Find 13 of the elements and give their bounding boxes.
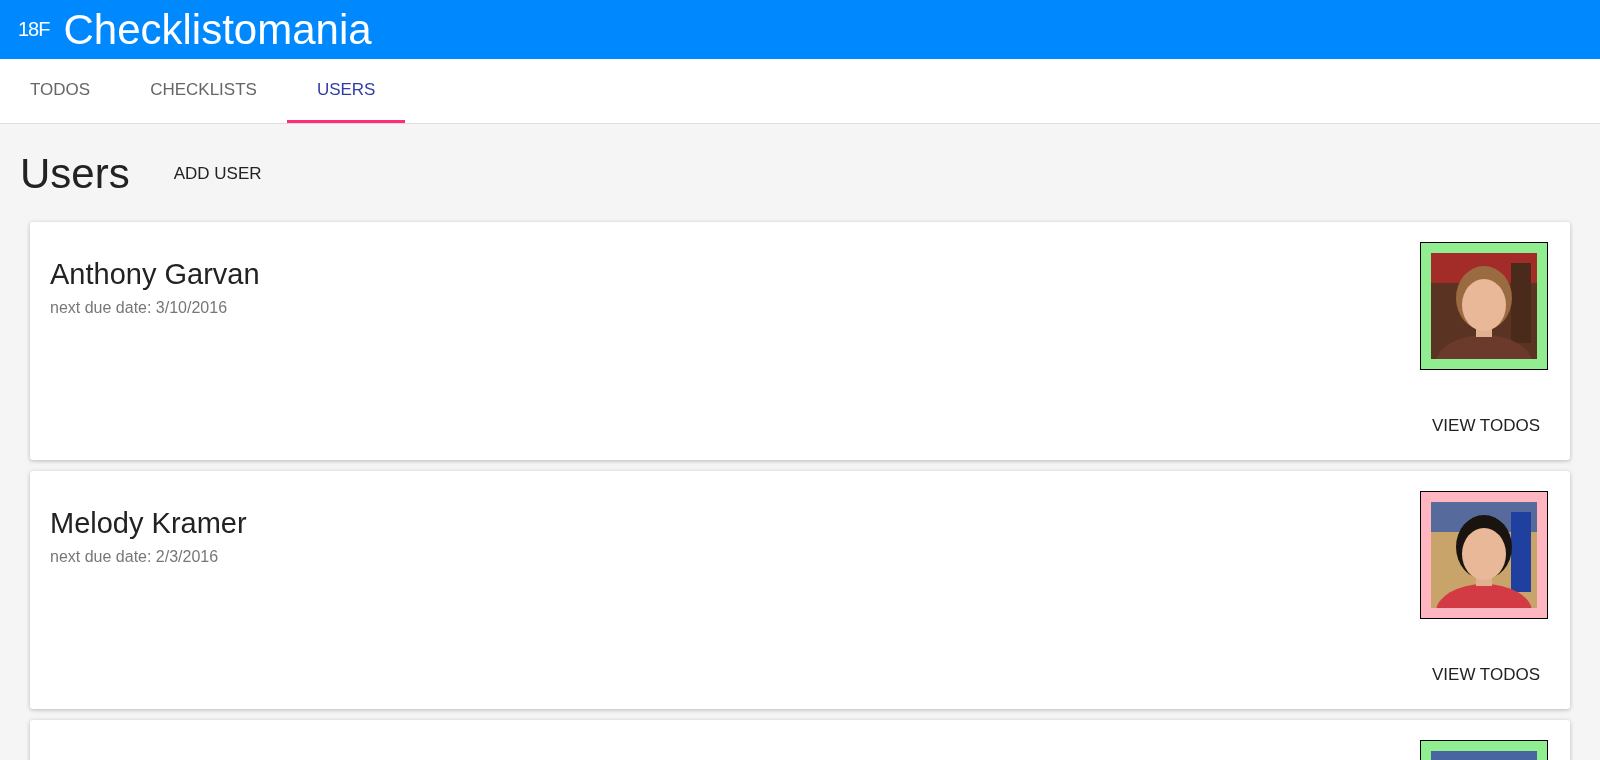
view-todos-button[interactable]: VIEW TODOS — [1424, 657, 1548, 693]
app-title: Checklistomania — [63, 5, 372, 54]
tab[interactable]: USERS — [286, 59, 406, 123]
user-name: Melody Kramer — [50, 507, 247, 540]
due-date: next due date: 2/3/2016 — [50, 548, 220, 566]
tab[interactable]: TODOS — [0, 59, 121, 123]
user-name: Anthony Garvan — [50, 258, 260, 291]
page-heading: Users — [20, 150, 130, 198]
due-date: next due date: 3/10/2016 — [50, 299, 229, 317]
view-todos-button[interactable]: VIEW TODOS — [1424, 408, 1548, 444]
tab[interactable]: CHECKLISTS — [120, 59, 287, 123]
add-user-button[interactable]: ADD USER — [165, 156, 270, 192]
logo: 18F — [18, 18, 50, 41]
